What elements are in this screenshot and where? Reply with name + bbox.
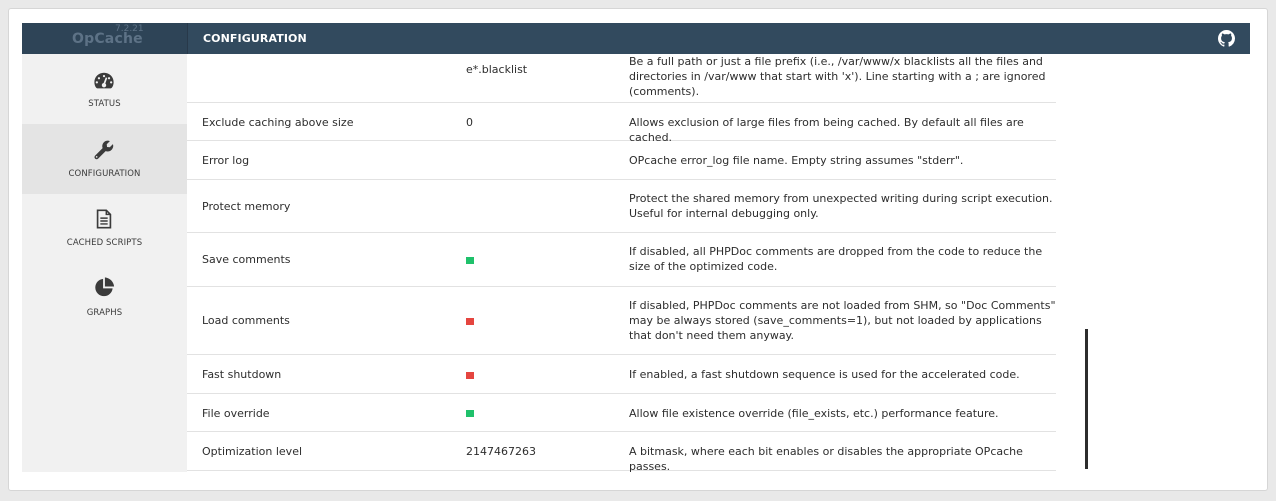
top-bar: CONFIGURATION	[187, 23, 1250, 54]
table-row: e*.blacklist Be a full path or just a fi…	[187, 54, 1056, 103]
config-description: If enabled, a fast shutdown sequence is …	[629, 368, 1020, 381]
wrench-icon	[94, 140, 114, 160]
pie-chart-icon	[95, 277, 115, 297]
config-name: Save comments	[202, 253, 291, 266]
sidebar-item-graphs[interactable]: GRAPHS	[22, 264, 187, 334]
sidebar-item-label: STATUS	[88, 99, 121, 109]
config-name: Optimization level	[202, 445, 303, 458]
config-name: Load comments	[202, 314, 290, 327]
sidebar-item-configuration[interactable]: CONFIGURATION	[22, 124, 187, 194]
config-description: If disabled, all PHPDoc comments are dro…	[629, 245, 1043, 273]
config-table: e*.blacklist Be a full path or just a fi…	[187, 54, 1250, 472]
status-indicator-disabled	[466, 372, 474, 379]
config-value: e*.blacklist	[466, 63, 528, 76]
brand-logo[interactable]: OpCache 7.2.21	[22, 23, 187, 54]
status-indicator-enabled	[466, 257, 474, 264]
sidebar-item-label: GRAPHS	[86, 308, 123, 318]
config-name: Exclude caching above size	[202, 116, 354, 129]
config-description: A bitmask, where each bit enables or dis…	[629, 445, 1023, 472]
github-icon[interactable]	[1218, 30, 1235, 47]
table-row: Protect memory Protect the shared memory…	[187, 180, 1056, 233]
sidebar-item-status[interactable]: STATUS	[22, 54, 187, 124]
sidebar: STATUS CONFIGURATION CACHED SCRIPTS GRAP…	[22, 54, 187, 472]
config-name: Fast shutdown	[202, 368, 282, 381]
config-name: Protect memory	[202, 200, 291, 213]
table-row: Load comments If disabled, PHPDoc commen…	[187, 287, 1056, 355]
opcache-app: OpCache 7.2.21 CONFIGURATION STATUS CONF…	[22, 23, 1250, 472]
table-row: File override Allow file existence overr…	[187, 394, 1056, 432]
status-indicator-enabled	[466, 410, 474, 417]
sidebar-item-label: CACHED SCRIPTS	[66, 238, 143, 248]
config-description: OPcache error_log file name. Empty strin…	[629, 154, 964, 167]
dashboard-gauge-icon	[94, 72, 114, 89]
status-indicator-disabled	[466, 318, 474, 325]
sidebar-item-cached-scripts[interactable]: CACHED SCRIPTS	[22, 194, 187, 264]
app-version: 7.2.21	[115, 24, 144, 34]
table-row: Optimization level 2147467263 A bitmask,…	[187, 432, 1056, 472]
scrollbar[interactable]	[1085, 329, 1088, 469]
table-row: Error log OPcache error_log file name. E…	[187, 141, 1056, 180]
config-description: Be a full path or just a file prefix (i.…	[629, 55, 1046, 98]
config-description: Protect the shared memory from unexpecte…	[629, 192, 1053, 220]
config-name: File override	[202, 407, 270, 420]
config-value: 0	[466, 116, 473, 129]
sidebar-item-label: CONFIGURATION	[68, 169, 141, 179]
document-icon	[96, 209, 112, 229]
config-value: 2147467263	[466, 445, 536, 458]
table-row: Exclude caching above size 0 Allows excl…	[187, 103, 1056, 144]
config-name: Error log	[202, 154, 250, 167]
table-row: Fast shutdown If enabled, a fast shutdow…	[187, 355, 1056, 394]
config-description: If disabled, PHPDoc comments are not loa…	[629, 299, 1056, 342]
page-title: CONFIGURATION	[203, 32, 307, 45]
table-row: Save comments If disabled, all PHPDoc co…	[187, 233, 1056, 287]
config-description: Allow file existence override (file_exis…	[629, 407, 999, 420]
